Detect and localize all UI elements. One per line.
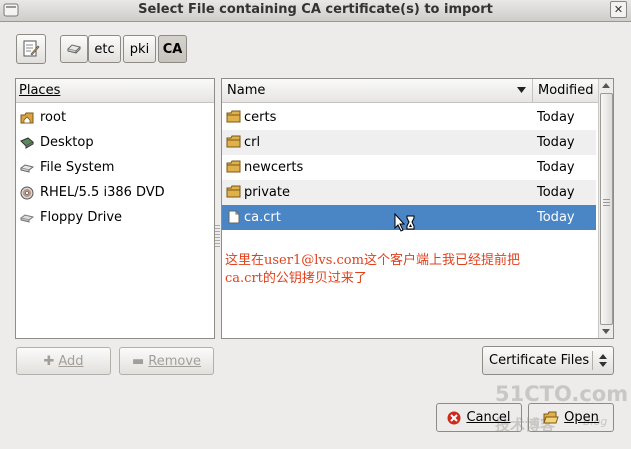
places-header-label: Places — [19, 83, 61, 98]
close-button[interactable]: ✕ — [610, 1, 627, 18]
column-modified-label: Modified — [538, 83, 594, 98]
disc-icon — [20, 186, 34, 199]
document-icon — [228, 210, 240, 224]
file-modified: Today — [537, 210, 575, 225]
place-desktop[interactable]: Desktop — [16, 130, 214, 155]
title-bar: Select File containing CA certificate(s)… — [0, 0, 631, 22]
column-name-label: Name — [227, 83, 266, 98]
breadcrumb-ca[interactable]: CA — [158, 35, 187, 63]
window-title: Select File containing CA certificate(s)… — [138, 2, 493, 17]
place-label: root — [40, 110, 67, 125]
places-pane: Places root Desktop File System RHEL/5.5… — [15, 78, 215, 339]
place-label: RHEL/5.5 i386 DVD — [40, 185, 165, 200]
file-modified: Today — [537, 160, 575, 175]
remove-label: Remove — [148, 353, 202, 369]
breadcrumb-root-button[interactable] — [60, 35, 88, 63]
file-row[interactable]: newcerts Today — [222, 155, 596, 180]
type-location-button[interactable] — [16, 34, 46, 64]
place-label: Floppy Drive — [40, 210, 123, 225]
cancel-button[interactable]: Cancel — [436, 403, 522, 432]
files-pane: Name Modified certs Today crl Today newc… — [221, 78, 614, 339]
close-icon: ✕ — [613, 3, 624, 16]
annotation-line-2: ca.crt的公钥拷贝过来了 — [225, 271, 367, 286]
open-label: Open — [564, 410, 599, 425]
folder-icon — [226, 135, 241, 148]
annotation-line-1: 这里在user1@lvs.com这个客户端上我已经提前把 — [225, 253, 520, 268]
file-name: certs — [244, 110, 277, 125]
breadcrumb-label: pki — [129, 41, 150, 57]
file-name: newcerts — [244, 160, 304, 175]
breadcrumb-pki[interactable]: pki — [123, 35, 156, 63]
home-folder-icon — [20, 112, 34, 123]
breadcrumb-label: CA — [162, 41, 183, 57]
place-root[interactable]: root — [16, 105, 214, 130]
files-header: Name Modified — [222, 79, 598, 103]
scroll-up-icon — [602, 83, 610, 88]
edit-location-icon — [23, 40, 40, 57]
folder-icon — [226, 160, 241, 173]
drive-icon — [67, 44, 81, 54]
breadcrumb-label: etc — [94, 41, 115, 57]
column-modified-header[interactable]: Modified — [533, 79, 598, 102]
plus-icon: ✚ — [43, 353, 55, 369]
cancel-label: Cancel — [466, 410, 511, 425]
file-row[interactable]: private Today — [222, 180, 596, 205]
place-dvd[interactable]: RHEL/5.5 i386 DVD — [16, 180, 214, 205]
file-modified: Today — [537, 185, 575, 200]
drive-icon — [20, 163, 34, 173]
minus-icon: ▬ — [131, 353, 145, 369]
file-name: private — [244, 185, 290, 200]
desktop-icon — [20, 136, 34, 149]
file-filter-select[interactable]: Certificate Files — [482, 346, 614, 375]
open-folder-icon — [543, 411, 559, 423]
file-filter-value: Certificate Files — [489, 353, 590, 368]
file-row[interactable]: crl Today — [222, 130, 596, 155]
place-floppy[interactable]: Floppy Drive — [16, 205, 214, 230]
file-row-selected[interactable]: ca.crt Today — [222, 205, 596, 232]
file-modified: Today — [537, 135, 575, 150]
place-label: File System — [40, 160, 115, 175]
file-name: ca.crt — [244, 210, 281, 225]
folder-icon — [226, 110, 241, 123]
folder-icon — [226, 185, 241, 198]
files-scrollbar[interactable] — [598, 79, 613, 338]
sort-descending-icon — [517, 87, 526, 93]
file-row[interactable]: certs Today — [222, 105, 596, 130]
scrollbar-thumb[interactable] — [600, 93, 613, 325]
floppy-icon — [20, 213, 34, 223]
breadcrumb-etc[interactable]: etc — [88, 35, 121, 63]
file-name: crl — [244, 135, 261, 150]
place-label: Desktop — [40, 135, 94, 150]
file-modified: Today — [537, 110, 575, 125]
busy-cursor-icon — [394, 213, 415, 232]
place-file-system[interactable]: File System — [16, 155, 214, 180]
remove-bookmark-button[interactable]: ▬ Remove — [119, 347, 214, 375]
add-label: Add — [58, 353, 84, 369]
places-header[interactable]: Places — [16, 79, 214, 103]
open-button[interactable]: Open — [528, 403, 614, 432]
column-name-header[interactable]: Name — [222, 79, 533, 102]
combo-arrows-icon — [599, 354, 607, 367]
add-bookmark-button[interactable]: ✚ Add — [16, 347, 111, 375]
scroll-down-icon — [602, 329, 610, 334]
cancel-icon — [447, 411, 461, 424]
pane-resize-handle[interactable] — [215, 225, 220, 247]
